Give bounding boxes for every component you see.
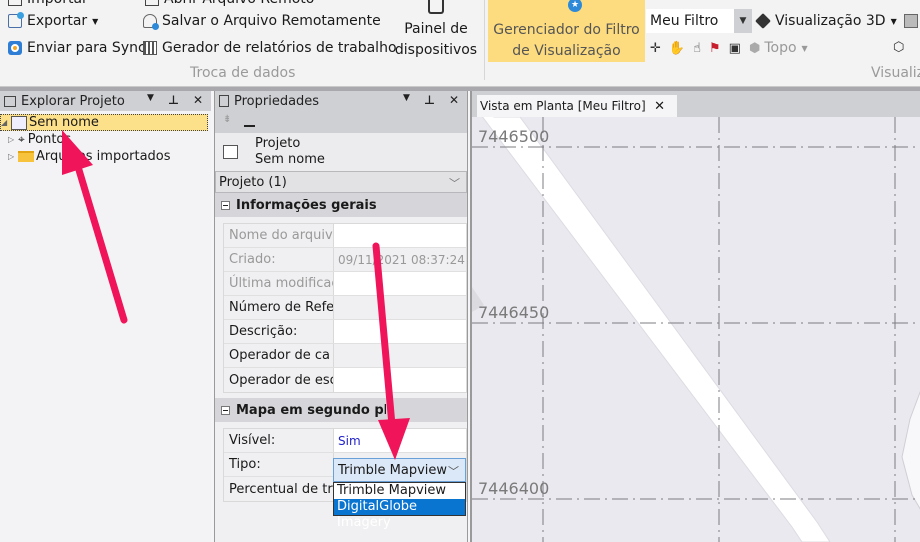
sort-icon[interactable]: ⇟ [223,114,231,125]
open-remote-button[interactable]: Abrir Arquivo Remoto [145,0,314,7]
category-general-info[interactable]: Informações gerais [215,193,467,217]
navigation-tools: ✛ ✋ ☝ ⚑ ▣ ⬢ Topo ▼ [650,40,808,56]
point-icon: ⌖ [18,132,25,146]
import-button[interactable]: Importar [8,0,88,7]
tab-plan-view[interactable]: Vista em Planta [Meu Filtro] ✕ [477,95,677,117]
device-panel-button[interactable]: Painel de dispositivos [392,0,480,61]
cloud-save-icon [143,14,159,30]
pan-hand-icon[interactable]: ✋ [669,41,685,56]
ribbon: Importar Abrir Arquivo Remoto Exportar ▼… [0,0,920,87]
close-icon[interactable]: ✕ [193,93,203,107]
folder-icon [18,151,34,162]
dropdown-caret-icon: ▼ [801,43,808,53]
expanded-triangle-icon[interactable]: ◢ [1,118,11,127]
device-icon [428,0,444,14]
property-row[interactable]: Operador de esc [224,368,466,392]
topo-cube-icon: ⬢ [748,40,761,56]
project-icon [223,145,238,159]
properties-header: Propriedades ▼ ⊥ ✕ [215,91,467,111]
chevron-down-icon: ﹀ [449,177,460,190]
collapse-icon[interactable] [244,125,255,127]
dropdown-caret-icon[interactable]: ▼ [147,93,154,107]
plan-view-panel: Vista em Planta [Meu Filtro] ✕ 7446500 7… [470,91,920,542]
collapse-minus-icon[interactable] [221,405,230,415]
filter-combo[interactable]: Meu Filtro ▼ [646,9,752,33]
top-view-button[interactable]: Topo [764,40,796,56]
map-type-dropdown[interactable]: Trimble Mapview ﹀ [333,458,466,482]
properties-toolbar: ⇟ [215,111,467,133]
document-icon [219,95,229,107]
project-icon [11,115,27,130]
property-row[interactable]: Criado: 09/11/2021 08:37:24 [224,248,466,272]
filter-star-icon: ★ [568,0,582,12]
option-trimble-mapview[interactable]: Trimble Mapview [334,483,465,499]
pin-icon[interactable]: ⊥ [424,93,435,107]
property-row[interactable]: Número de Refe [224,296,466,320]
property-row[interactable]: Nome do arquiv [224,224,466,248]
group-separator [484,0,485,80]
property-row[interactable]: Última modificaç [224,272,466,296]
report-generator-button[interactable]: Gerador de relatórios de trabalho [143,40,397,56]
close-icon[interactable]: ✕ [654,99,665,114]
select-hand-icon[interactable]: ☝ [693,41,701,56]
pin-icon[interactable]: ⊥ [168,93,179,107]
selected-object-header: Projeto Sem nome [215,133,467,171]
group-label-visualization: Visualiz [871,65,920,81]
project-explorer-panel: Explorar Projeto ▼ ⊥ ✕ ◢ Sem nome ▷ ⌖ Po… [0,91,211,542]
dropdown-caret-icon: ▼ [890,16,897,26]
save-remote-button[interactable]: Salvar o Arquivo Remotamente [143,13,381,30]
chevron-down-icon: ﹀ [448,465,459,478]
tree-item-points[interactable]: ▷ ⌖ Pontos [8,131,71,148]
export-button[interactable]: Exportar ▼ [8,12,99,29]
view-filter-manager-button[interactable]: ★ Gerenciador do Filtro de Visualização [488,0,645,62]
import-icon [8,0,22,6]
object-selector[interactable]: Projeto (1) ﹀ [215,171,467,193]
category-background-map[interactable]: Mapa em segundo plano [215,398,467,422]
collapsed-triangle-icon[interactable]: ▷ [8,152,18,161]
dropdown-caret-icon: ▼ [92,16,99,26]
property-row[interactable]: Descrição: [224,320,466,344]
northing-label: 7446450 [478,303,550,322]
explorer-icon [4,95,16,107]
map-type-options: Trimble Mapview DigitalGlobe Imagery [333,482,466,530]
close-icon[interactable]: ✕ [449,93,459,107]
crosshair-icon[interactable]: ✛ [650,41,661,56]
flag-icon[interactable]: ⚑ [709,41,721,56]
document-tab-bar: Vista em Planta [Meu Filtro] ✕ [472,91,920,117]
northing-label: 7446500 [478,127,550,146]
map-boundary-patch [901,390,920,510]
property-row[interactable]: Operador de ca [224,344,466,368]
orbit-icon [903,14,918,28]
tree-item-project[interactable]: ◢ Sem nome [0,114,208,131]
export-icon [8,12,24,28]
tree-item-imported-files[interactable]: ▷ Arquivos importados [8,148,171,165]
send-to-sync-button[interactable]: Enviar para Sync [8,40,146,56]
explorer-header: Explorar Projeto ▼ ⊥ ✕ [0,91,211,111]
general-info-grid: Nome do arquiv Criado: 09/11/2021 08:37:2… [223,223,467,393]
view-3d-button[interactable]: Visualização 3D ▼ [755,13,920,29]
option-digitalglobe-imagery[interactable]: DigitalGlobe Imagery [334,499,465,530]
report-icon [143,41,157,55]
sync-icon [8,41,22,55]
orbit-button[interactable]: ⬡ [893,40,912,55]
open-remote-icon [145,0,159,6]
screen-icon[interactable]: ▣ [729,41,741,56]
property-row-visible[interactable]: Visível: Sim [224,429,466,453]
dropdown-caret-icon[interactable]: ▼ [403,93,410,107]
cube-icon [755,13,771,29]
chevron-down-icon[interactable]: ▼ [734,9,752,33]
collapsed-triangle-icon[interactable]: ▷ [8,135,18,144]
box-icon: ⬡ [893,40,905,55]
group-label-data-exchange: Troca de dados [190,65,296,81]
collapse-minus-icon[interactable] [221,200,230,210]
northing-label: 7446400 [478,479,550,498]
